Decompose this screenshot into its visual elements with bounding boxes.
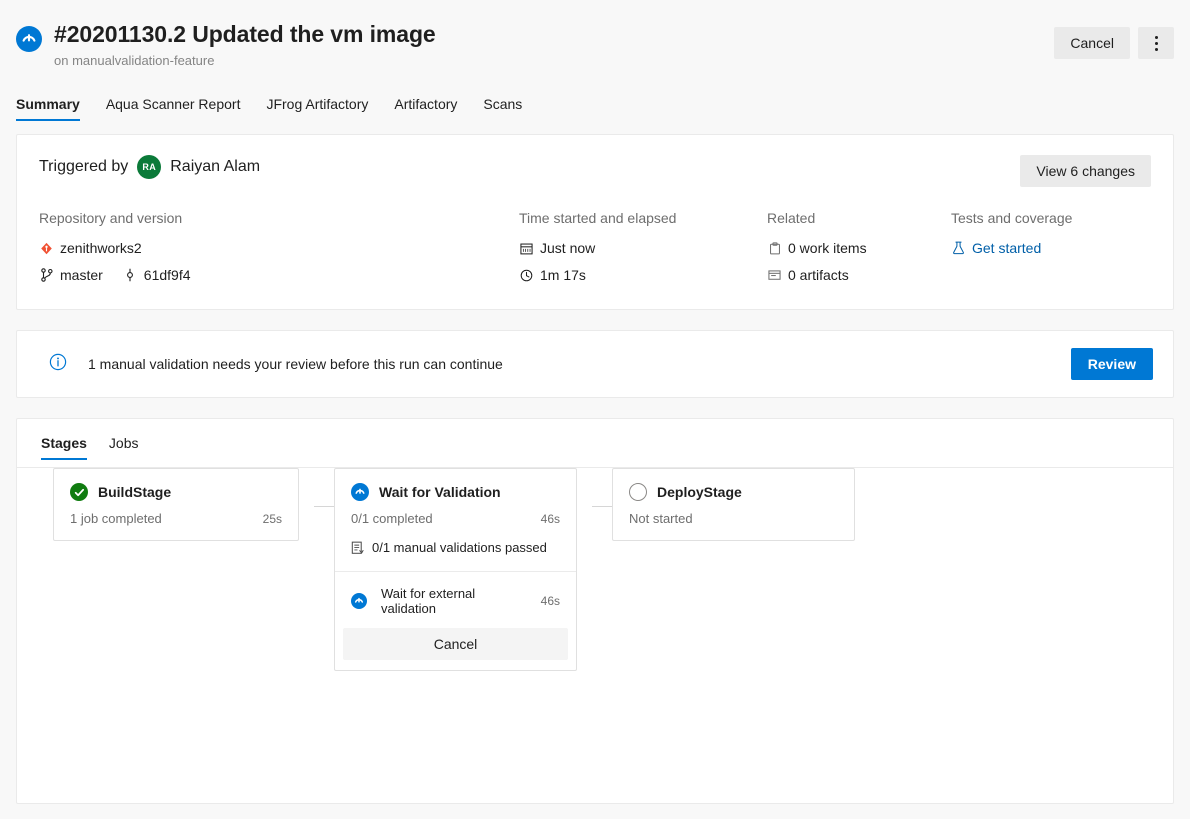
beaker-icon	[951, 241, 966, 255]
stage-summary-row: 1 job completed 25s	[54, 501, 298, 540]
subtab-stages[interactable]: Stages	[41, 435, 87, 460]
tab-scans[interactable]: Scans	[483, 96, 522, 121]
branch-name: master	[60, 263, 103, 287]
stage-summary: 0/1 completed	[351, 511, 433, 526]
review-button[interactable]: Review	[1071, 348, 1153, 380]
clock-icon	[519, 269, 534, 282]
triggered-by-user[interactable]: Raiyan Alam	[170, 158, 260, 176]
triggered-by-row: Triggered by RA Raiyan Alam	[39, 155, 1151, 179]
tab-summary[interactable]: Summary	[16, 96, 80, 121]
stage-job-row[interactable]: Wait for external validation 46s	[335, 572, 576, 628]
manual-validation-banner: 1 manual validation needs your review be…	[16, 330, 1174, 398]
stage-duration: 25s	[263, 512, 282, 526]
branch-icon	[39, 268, 54, 282]
stage-summary-row: 0/1 completed 46s	[335, 501, 576, 540]
time-elapsed-value: 1m 17s	[540, 263, 586, 287]
subtab-jobs[interactable]: Jobs	[109, 435, 139, 460]
stage-header: Wait for Validation	[335, 469, 576, 501]
triggered-by-label: Triggered by	[39, 158, 128, 176]
page-header: #20201130.2 Updated the vm image on manu…	[0, 0, 1190, 69]
stage-card-wait-for-validation[interactable]: Wait for Validation 0/1 completed 46s 0/…	[334, 468, 577, 671]
stage-checks-label: 0/1 manual validations passed	[372, 540, 547, 555]
artifacts-value: 0 artifacts	[788, 263, 849, 287]
run-branch-subtitle: on manualvalidation-feature	[54, 52, 1174, 69]
commit-icon	[123, 268, 138, 282]
stage-card-buildstage[interactable]: BuildStage 1 job completed 25s	[53, 468, 299, 541]
repository-name: zenithworks2	[60, 236, 142, 260]
repository-and-version-column: Repository and version zenithworks2	[39, 209, 519, 287]
job-duration: 46s	[541, 594, 560, 608]
manual-validation-message: 1 manual validation needs your review be…	[88, 356, 503, 372]
checklist-icon	[351, 541, 364, 555]
page-title: #20201130.2 Updated the vm image	[54, 20, 1174, 48]
time-started-row: Just now	[519, 236, 767, 260]
tests-get-started-link[interactable]: Get started	[972, 236, 1041, 260]
run-tabs: Summary Aqua Scanner Report JFrog Artifa…	[0, 87, 1190, 121]
pipeline-waiting-icon	[16, 20, 42, 57]
run-metadata-grid: Repository and version zenithworks2	[39, 209, 1151, 287]
repository-row[interactable]: zenithworks2	[39, 236, 519, 260]
stage-name: DeployStage	[657, 484, 742, 500]
work-items-icon	[767, 242, 782, 255]
stage-graph: BuildStage 1 job completed 25s Wait for …	[17, 468, 1173, 804]
stage-checks-row[interactable]: 0/1 manual validations passed	[335, 540, 576, 571]
info-icon	[49, 353, 67, 376]
stage-name: BuildStage	[98, 484, 171, 500]
stage-summary: 1 job completed	[70, 511, 162, 526]
stage-action-area: Cancel	[335, 628, 576, 670]
stage-name: Wait for Validation	[379, 484, 501, 500]
not-started-circle-icon	[629, 483, 647, 501]
tab-jfrog-artifactory[interactable]: JFrog Artifactory	[266, 96, 368, 121]
success-check-icon	[70, 483, 88, 501]
cancel-run-button[interactable]: Cancel	[1054, 27, 1130, 59]
work-items-row[interactable]: 0 work items	[767, 236, 951, 260]
header-actions: Cancel	[1054, 27, 1174, 59]
pipeline-waiting-icon	[351, 483, 369, 501]
commit-item[interactable]: 61df9f4	[123, 263, 191, 287]
artifacts-row[interactable]: 0 artifacts	[767, 263, 951, 287]
work-items-value: 0 work items	[788, 236, 867, 260]
stage-header: DeployStage	[613, 469, 854, 501]
avatar: RA	[137, 155, 161, 179]
tests-and-coverage-column: Tests and coverage Get started	[951, 209, 1072, 287]
more-vertical-icon[interactable]	[1138, 27, 1174, 59]
time-column: Time started and elapsed Just now	[519, 209, 767, 287]
commit-sha: 61df9f4	[144, 263, 191, 287]
stages-panel: Stages Jobs BuildStage 1 job completed 2…	[16, 418, 1174, 804]
related-column: Related 0 work items	[767, 209, 951, 287]
repository-heading: Repository and version	[39, 209, 519, 227]
view-changes-button[interactable]: View 6 changes	[1020, 155, 1151, 187]
tests-get-started-row[interactable]: Get started	[951, 236, 1072, 260]
stage-card-deploystage[interactable]: DeployStage Not started	[612, 468, 855, 541]
branch-item[interactable]: master	[39, 263, 103, 287]
stage-duration: 46s	[541, 512, 560, 526]
job-name: Wait for external validation	[381, 586, 531, 616]
stage-summary-row: Not started	[613, 501, 854, 540]
time-started-value: Just now	[540, 236, 595, 260]
time-elapsed-row: 1m 17s	[519, 263, 767, 287]
stage-cancel-button[interactable]: Cancel	[343, 628, 568, 660]
branch-and-commit-row: master 61df9f4	[39, 263, 519, 287]
tab-artifactory[interactable]: Artifactory	[394, 96, 457, 121]
artifact-icon	[767, 269, 782, 281]
stage-summary: Not started	[629, 511, 693, 526]
pipeline-waiting-icon	[351, 593, 367, 609]
azure-repos-icon	[39, 242, 54, 255]
tab-aqua-scanner-report[interactable]: Aqua Scanner Report	[106, 96, 241, 121]
run-summary-card: Triggered by RA Raiyan Alam View 6 chang…	[16, 134, 1174, 310]
related-heading: Related	[767, 209, 951, 227]
stages-subtabs: Stages Jobs	[17, 419, 1173, 467]
time-heading: Time started and elapsed	[519, 209, 767, 227]
stage-header: BuildStage	[54, 469, 298, 501]
calendar-icon	[519, 242, 534, 255]
tests-heading: Tests and coverage	[951, 209, 1072, 227]
